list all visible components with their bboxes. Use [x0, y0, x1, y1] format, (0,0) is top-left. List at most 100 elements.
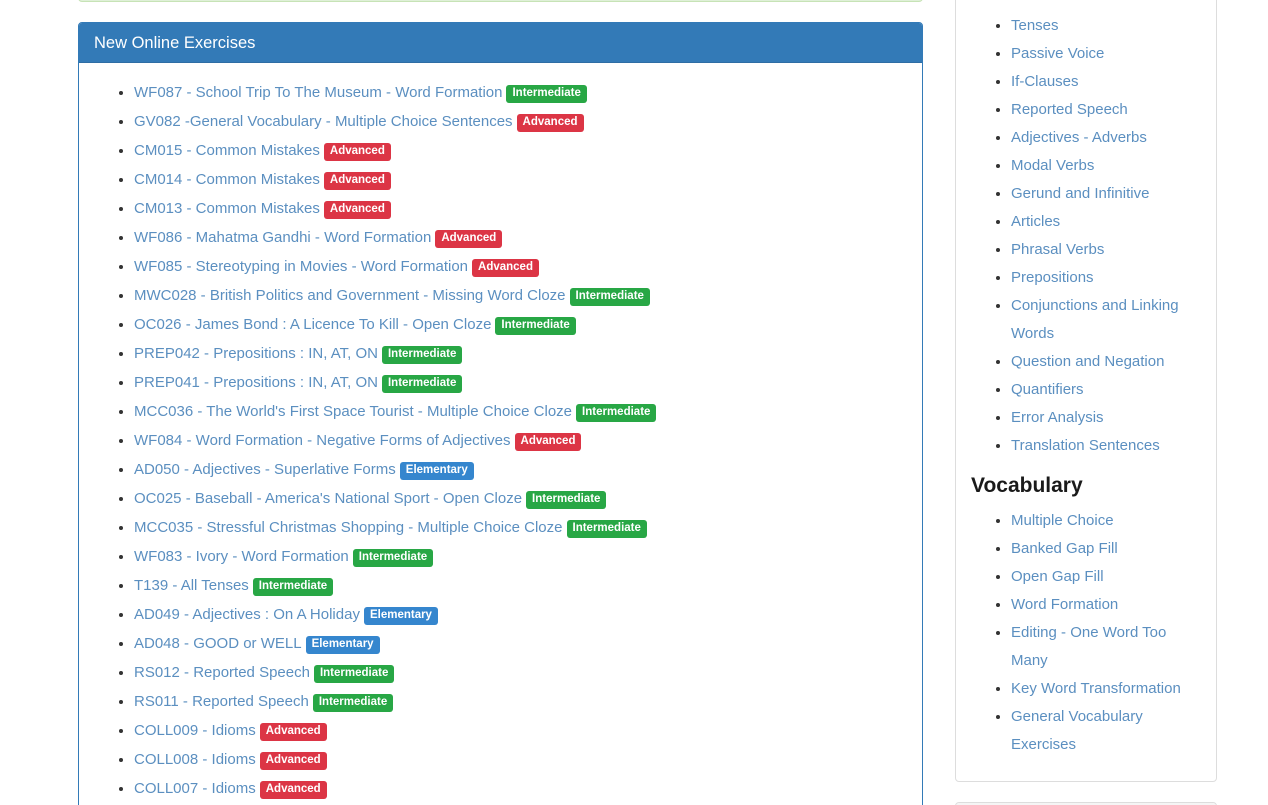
- sidebar-item-prepositions[interactable]: Prepositions: [1011, 269, 1094, 286]
- sidebar-item-error-analysis[interactable]: Error Analysis: [1011, 409, 1104, 426]
- level-badge: Intermediate: [313, 694, 393, 712]
- list-item: CM015 - Common MistakesAdvanced: [134, 136, 907, 165]
- list-item: Phrasal Verbs: [1011, 236, 1201, 264]
- sidebar-item-modal-verbs[interactable]: Modal Verbs: [1011, 157, 1094, 174]
- exercise-link[interactable]: COLL009 - Idioms: [134, 722, 256, 739]
- list-item: COLL008 - IdiomsAdvanced: [134, 745, 907, 774]
- sidebar-item-quantifiers[interactable]: Quantifiers: [1011, 381, 1084, 398]
- list-item: Tenses: [1011, 12, 1201, 40]
- exercise-link[interactable]: RS012 - Reported Speech: [134, 664, 310, 681]
- list-item: OC025 - Baseball - America's National Sp…: [134, 484, 907, 513]
- level-badge: Elementary: [306, 636, 380, 654]
- exercise-link[interactable]: CM014 - Common Mistakes: [134, 171, 320, 188]
- sidebar-item-conjunctions-and-linking-words[interactable]: Conjunctions and Linking Words: [1011, 297, 1179, 342]
- exercise-link[interactable]: AD050 - Adjectives - Superlative Forms: [134, 461, 396, 478]
- list-item: MCC035 - Stressful Christmas Shopping - …: [134, 513, 907, 542]
- exercise-link[interactable]: MWC028 - British Politics and Government…: [134, 287, 566, 304]
- sidebar-item-word-formation[interactable]: Word Formation: [1011, 596, 1118, 613]
- level-badge: Advanced: [435, 230, 502, 248]
- list-item: MCC036 - The World's First Space Tourist…: [134, 397, 907, 426]
- list-item: WF085 - Stereotyping in Movies - Word Fo…: [134, 252, 907, 281]
- list-item: MWC028 - British Politics and Government…: [134, 281, 907, 310]
- sidebar-item-adjectives-adverbs[interactable]: Adjectives - Adverbs: [1011, 129, 1147, 146]
- sidebar-item-gerund-and-infinitive[interactable]: Gerund and Infinitive: [1011, 185, 1149, 202]
- level-badge: Intermediate: [353, 549, 433, 567]
- list-item: If-Clauses: [1011, 68, 1201, 96]
- list-item: Word Formation: [1011, 591, 1201, 619]
- list-item: AD050 - Adjectives - Superlative FormsEl…: [134, 455, 907, 484]
- level-badge: Intermediate: [382, 346, 462, 364]
- exercise-link[interactable]: PREP041 - Prepositions : IN, AT, ON: [134, 374, 378, 391]
- sidebar-item-passive-voice[interactable]: Passive Voice: [1011, 45, 1104, 62]
- list-item: Key Word Transformation: [1011, 675, 1201, 703]
- exercise-link[interactable]: CM015 - Common Mistakes: [134, 142, 320, 159]
- exercise-link[interactable]: WF086 - Mahatma Gandhi - Word Formation: [134, 229, 431, 246]
- sidebar-item-open-gap-fill[interactable]: Open Gap Fill: [1011, 568, 1104, 585]
- sidebar-item-if-clauses[interactable]: If-Clauses: [1011, 73, 1079, 90]
- sidebar-heading-vocabulary: Vocabulary: [971, 474, 1201, 498]
- exercise-link[interactable]: OC025 - Baseball - America's National Sp…: [134, 490, 522, 507]
- list-item: PREP042 - Prepositions : IN, AT, ONInter…: [134, 339, 907, 368]
- exercise-link[interactable]: RS011 - Reported Speech: [134, 693, 309, 710]
- exercise-link[interactable]: WF087 - School Trip To The Museum - Word…: [134, 84, 502, 101]
- list-item: Translation Sentences: [1011, 432, 1201, 460]
- sidebar-item-articles[interactable]: Articles: [1011, 213, 1060, 230]
- list-item: Multiple Choice: [1011, 507, 1201, 535]
- sidebar-categories-body: Grammar Tenses Passive Voice If-Clauses Rep…: [956, 0, 1216, 781]
- sidebar-list-vocabulary: Multiple Choice Banked Gap Fill Open Gap F…: [971, 507, 1201, 759]
- list-item: OC026 - James Bond : A Licence To Kill -…: [134, 310, 907, 339]
- sidebar-item-phrasal-verbs[interactable]: Phrasal Verbs: [1011, 241, 1104, 258]
- level-badge: Advanced: [517, 114, 584, 132]
- level-badge: Intermediate: [526, 491, 606, 509]
- sidebar-item-banked-gap-fill[interactable]: Banked Gap Fill: [1011, 540, 1118, 557]
- exercise-link[interactable]: WF083 - Ivory - Word Formation: [134, 548, 349, 565]
- exercise-link[interactable]: COLL007 - Idioms: [134, 780, 256, 797]
- panel-body: WF087 - School Trip To The Museum - Word…: [79, 63, 922, 805]
- list-item: AD049 - Adjectives : On A HolidayElement…: [134, 600, 907, 629]
- level-badge: Intermediate: [253, 578, 333, 596]
- exercise-link[interactable]: CM013 - Common Mistakes: [134, 200, 320, 217]
- sidebar-item-general-vocabulary-exercises[interactable]: General Vocabulary Exercises: [1011, 708, 1143, 753]
- sidebar-item-multiple-choice[interactable]: Multiple Choice: [1011, 512, 1114, 529]
- list-item: WF084 - Word Formation - Negative Forms …: [134, 426, 907, 455]
- list-item: Articles: [1011, 208, 1201, 236]
- exercise-link[interactable]: MCC036 - The World's First Space Tourist…: [134, 403, 572, 420]
- exercise-link[interactable]: WF084 - Word Formation - Negative Forms …: [134, 432, 511, 449]
- page-root: New Online Exercises WF087 - School Trip…: [0, 0, 1268, 805]
- exercise-link[interactable]: AD048 - GOOD or WELL: [134, 635, 302, 652]
- exercise-link[interactable]: OC026 - James Bond : A Licence To Kill -…: [134, 316, 491, 333]
- list-item: Gerund and Infinitive: [1011, 180, 1201, 208]
- sidebar-item-question-and-negation[interactable]: Question and Negation: [1011, 353, 1164, 370]
- level-badge: Advanced: [324, 201, 391, 219]
- level-badge: Advanced: [260, 781, 327, 799]
- list-item: Open Gap Fill: [1011, 563, 1201, 591]
- list-item: Reported Speech: [1011, 96, 1201, 124]
- list-item: Editing - One Word Too Many: [1011, 619, 1201, 675]
- exercise-link[interactable]: PREP042 - Prepositions : IN, AT, ON: [134, 345, 378, 362]
- level-badge: Intermediate: [382, 375, 462, 393]
- level-badge: Advanced: [324, 143, 391, 161]
- sidebar-item-key-word-transformation[interactable]: Key Word Transformation: [1011, 680, 1181, 697]
- sidebar-item-tenses[interactable]: Tenses: [1011, 17, 1059, 34]
- exercise-link[interactable]: GV082 -General Vocabulary - Multiple Cho…: [134, 113, 513, 130]
- exercise-link[interactable]: COLL008 - Idioms: [134, 751, 256, 768]
- list-item: Banked Gap Fill: [1011, 535, 1201, 563]
- list-item: Adjectives - Adverbs: [1011, 124, 1201, 152]
- sidebar-item-editing-one-word-too-many[interactable]: Editing - One Word Too Many: [1011, 624, 1166, 669]
- list-item: COLL009 - IdiomsAdvanced: [134, 716, 907, 745]
- sidebar-item-reported-speech[interactable]: Reported Speech: [1011, 101, 1128, 118]
- exercise-link[interactable]: MCC035 - Stressful Christmas Shopping - …: [134, 519, 563, 536]
- exercise-link[interactable]: AD049 - Adjectives : On A Holiday: [134, 606, 360, 623]
- sidebar-item-translation-sentences[interactable]: Translation Sentences: [1011, 437, 1160, 454]
- list-item: RS012 - Reported SpeechIntermediate: [134, 658, 907, 687]
- exercise-link[interactable]: T139 - All Tenses: [134, 577, 249, 594]
- list-item: Modal Verbs: [1011, 152, 1201, 180]
- sidebar-categories-panel: Grammar Tenses Passive Voice If-Clauses Rep…: [955, 0, 1217, 782]
- sidebar-heading-grammar: Grammar: [971, 0, 1201, 3]
- sidebar: Grammar Tenses Passive Voice If-Clauses Rep…: [955, 0, 1217, 805]
- list-item: RS011 - Reported SpeechIntermediate: [134, 687, 907, 716]
- exercise-link[interactable]: WF085 - Stereotyping in Movies - Word Fo…: [134, 258, 468, 275]
- list-item: Question and Negation: [1011, 348, 1201, 376]
- level-badge: Intermediate: [495, 317, 575, 335]
- list-item: AD048 - GOOD or WELLElementary: [134, 629, 907, 658]
